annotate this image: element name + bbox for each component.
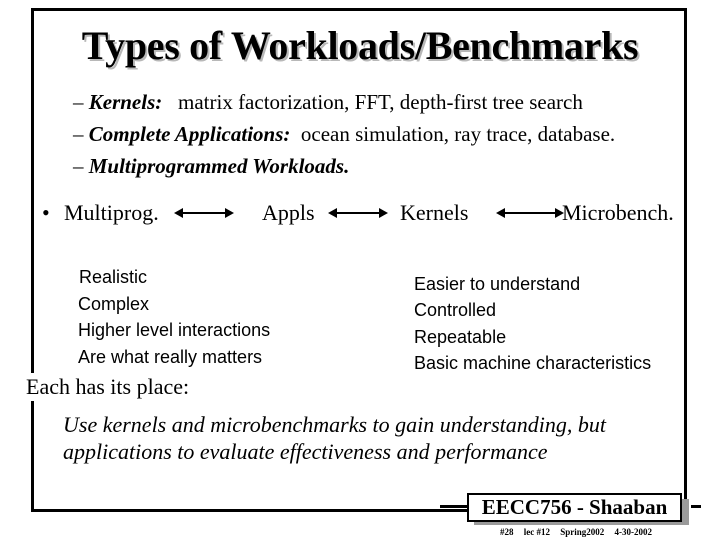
conclusion-line: Use kernels and microbenchmarks to gain … [63, 412, 607, 437]
footer-course-label: EECC756 - Shaaban [467, 493, 682, 522]
trait-item: Controlled [414, 300, 497, 320]
slide-title: Types of Workloads/Benchmarks [81, 23, 639, 68]
sub-bullet-multiprogrammed: – Multiprogrammed Workloads. [73, 153, 349, 179]
trait-item: Realistic [79, 267, 148, 287]
footer-connector-left [440, 505, 467, 508]
dash: – [73, 90, 84, 114]
dash: – [73, 122, 84, 146]
spectrum-microbench: Microbench. [562, 200, 674, 225]
sub-bullet-lead: Complete Applications: [88, 122, 291, 146]
sub-bullet-text: ocean simulation, ray trace, database. [300, 122, 616, 146]
spectrum-multiprog: Multiprog. [64, 200, 159, 225]
double-arrow-icon [328, 208, 388, 218]
dash: – [73, 154, 84, 178]
sub-bullet-lead: Kernels: [88, 90, 163, 114]
trait-item: Repeatable [414, 327, 507, 347]
term: Spring2002 [560, 527, 605, 537]
trait-item: Higher level interactions [78, 320, 271, 340]
date: 4-30-2002 [614, 527, 653, 537]
trait-item: Are what really matters [78, 347, 263, 367]
sub-bullet-applications: – Complete Applications: ocean simulatio… [73, 121, 615, 147]
trait-item: Complex [78, 294, 150, 314]
each-has-place-heading: Each has its place: [26, 373, 190, 401]
sub-bullet-text: matrix factorization, FFT, depth-first t… [178, 90, 583, 114]
lecture-number: lec #12 [523, 527, 550, 537]
trait-item: Basic machine characteristics [414, 353, 652, 373]
double-arrow-icon [496, 208, 564, 218]
footer-connector-right [691, 505, 701, 508]
sub-bullet-lead: Multiprogrammed Workloads. [88, 154, 350, 178]
trait-item: Easier to understand [414, 274, 581, 294]
conclusion-text: Use kernels and microbenchmarks to gain … [63, 411, 606, 465]
bullet-icon: • [42, 200, 50, 225]
slide-number: #28 [500, 527, 514, 537]
double-arrow-icon [174, 208, 234, 218]
conclusion-line: applications to evaluate effectiveness a… [63, 439, 548, 464]
spectrum-kernels: Kernels [400, 200, 469, 225]
sub-bullet-kernels: – Kernels: matrix factorization, FFT, de… [73, 89, 583, 115]
spectrum-appls: Appls [262, 200, 315, 225]
slide-footnote: #28 lec #12 Spring2002 4-30-2002 [500, 527, 660, 538]
